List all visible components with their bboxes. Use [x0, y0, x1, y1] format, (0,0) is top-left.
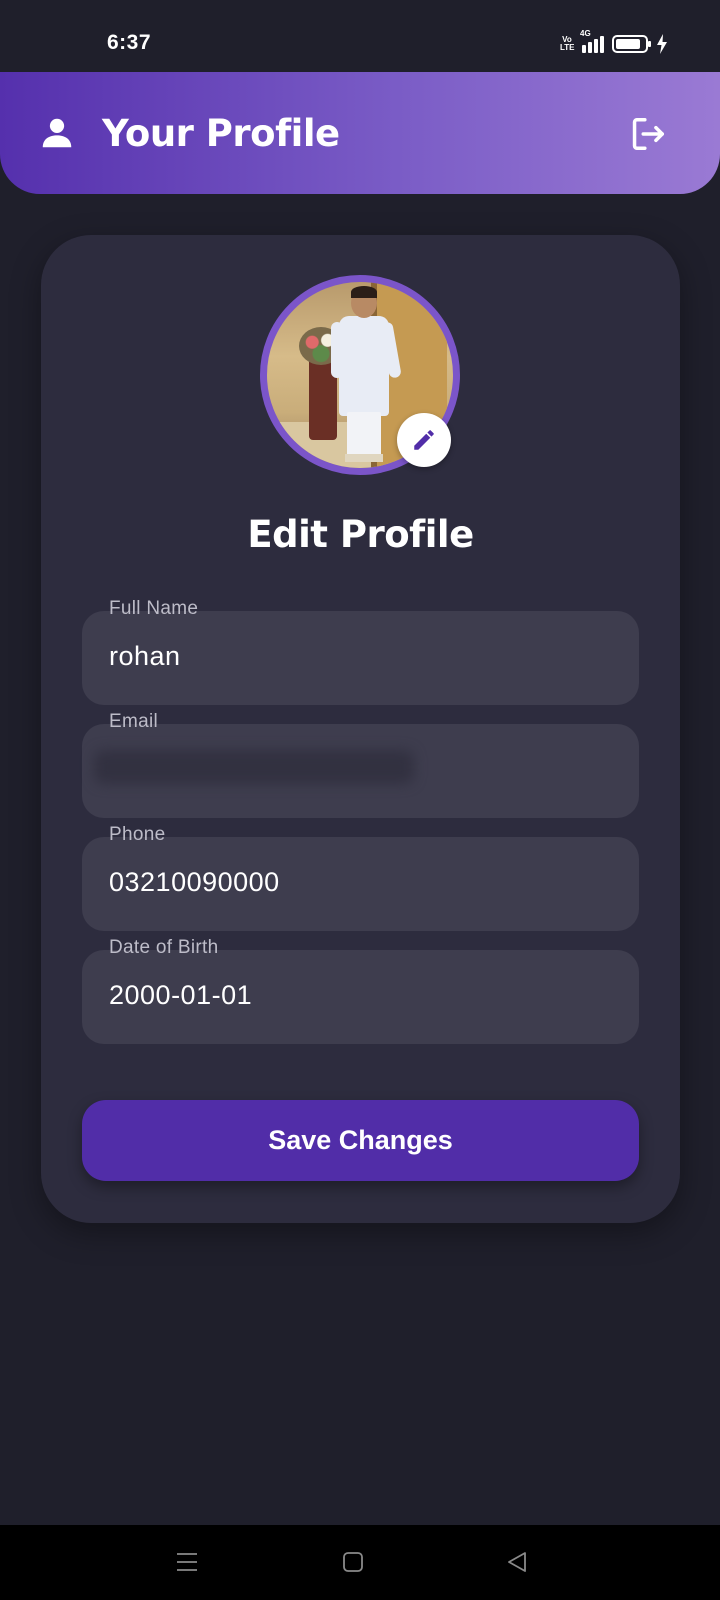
date-of-birth-label: Date of Birth — [109, 937, 219, 958]
full-name-label: Full Name — [109, 598, 199, 619]
volte-icon: Vo LTE — [560, 35, 575, 52]
phone-value[interactable]: 03210090000 — [109, 867, 280, 898]
date-of-birth-field[interactable]: Date of Birth 2000-01-01 — [82, 937, 639, 1044]
email-field[interactable]: Email — [82, 711, 639, 818]
logout-icon — [632, 118, 664, 150]
person-icon — [42, 118, 72, 148]
page-title: Your Profile — [102, 112, 340, 155]
status-icons: Vo LTE 4G — [560, 29, 668, 55]
full-name-field[interactable]: Full Name rohan — [82, 598, 639, 705]
email-label: Email — [109, 711, 159, 732]
charging-icon — [657, 34, 667, 54]
full-name-value[interactable]: rohan — [109, 641, 181, 672]
status-bar: 6:37 Vo LTE 4G — [0, 0, 720, 72]
phone-field[interactable]: Phone 03210090000 — [82, 824, 639, 931]
system-nav-bar — [0, 1525, 720, 1600]
back-button[interactable] — [502, 1547, 532, 1577]
date-of-birth-value[interactable]: 2000-01-01 — [109, 980, 252, 1011]
home-square-icon — [343, 1552, 363, 1572]
email-value-redacted — [94, 750, 414, 784]
signal-icon: 4G — [580, 29, 604, 53]
recent-apps-button[interactable] — [172, 1547, 202, 1577]
menu-icon — [177, 1553, 197, 1571]
battery-icon — [612, 35, 651, 53]
status-time: 6:37 — [107, 31, 152, 54]
phone-label: Phone — [109, 824, 166, 845]
edit-profile-card: Edit Profile Full Name rohan Email Phone… — [41, 235, 680, 1223]
logout-button[interactable] — [628, 114, 668, 154]
network-type-label: 4G — [580, 29, 591, 38]
edit-avatar-button[interactable] — [397, 413, 451, 467]
home-button[interactable] — [338, 1547, 368, 1577]
app-header: Your Profile — [0, 72, 720, 194]
save-changes-button[interactable]: Save Changes — [82, 1100, 639, 1181]
avatar-container — [260, 275, 460, 475]
pencil-icon — [414, 430, 434, 450]
back-triangle-icon — [508, 1552, 526, 1572]
edit-profile-title: Edit Profile — [247, 513, 474, 556]
